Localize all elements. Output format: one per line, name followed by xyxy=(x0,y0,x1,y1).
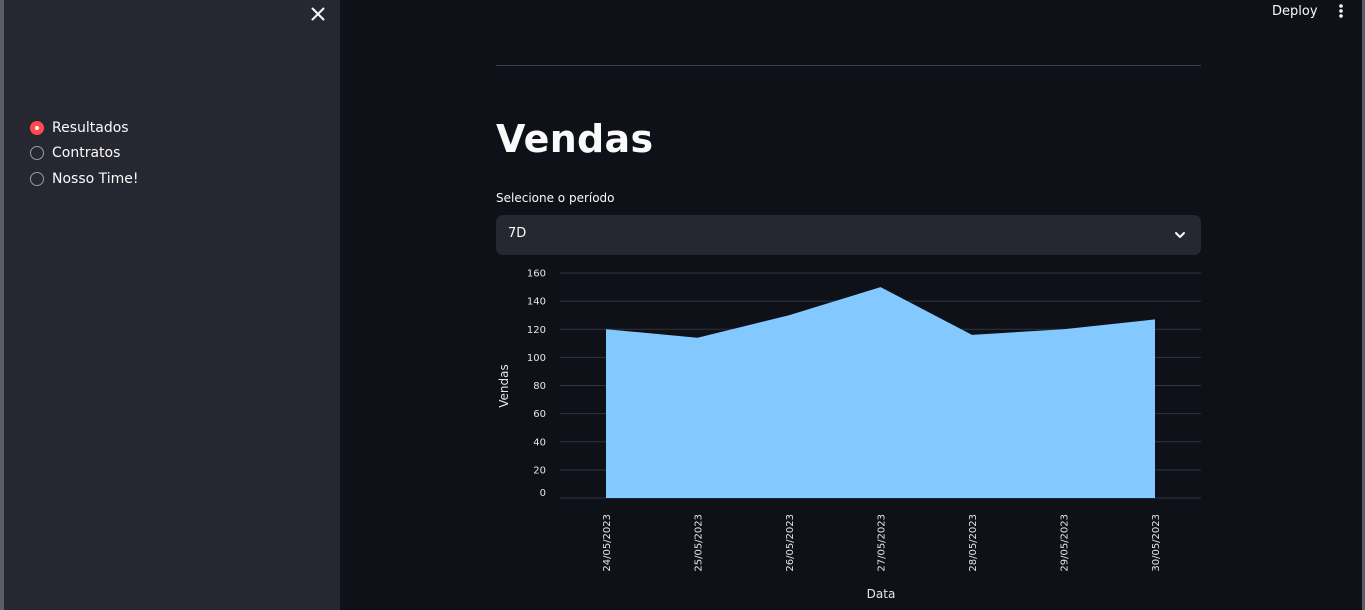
y-tick-label: 20 xyxy=(533,465,546,476)
chevron-down-icon xyxy=(1175,232,1185,238)
radio-checked-icon xyxy=(30,120,44,135)
radio-option-contratos[interactable]: Contratos xyxy=(30,141,139,167)
y-axis-ticks: 0 20 40 60 80 100 120 140 160 xyxy=(527,269,546,500)
vertical-dots-icon xyxy=(1339,4,1343,18)
y-tick-label: 100 xyxy=(527,353,546,364)
x-tick-label: 27/05/2023 xyxy=(877,514,888,572)
main-menu-button[interactable] xyxy=(1330,2,1352,22)
radio-option-nosso-time[interactable]: Nosso Time! xyxy=(30,166,139,192)
y-tick-label: 40 xyxy=(533,437,546,448)
close-sidebar-button[interactable] xyxy=(306,2,330,26)
page-title: Vendas xyxy=(496,117,654,161)
period-select[interactable]: 7D xyxy=(496,215,1201,255)
radio-unchecked-icon xyxy=(30,146,44,161)
x-tick-label: 28/05/2023 xyxy=(968,514,979,572)
y-tick-label: 80 xyxy=(533,381,546,392)
y-axis-title: Vendas xyxy=(497,364,511,408)
x-tick-label: 29/05/2023 xyxy=(1060,514,1071,572)
y-tick-label: 120 xyxy=(527,325,546,336)
y-tick-label: 160 xyxy=(527,269,546,280)
y-tick-label: 140 xyxy=(527,297,546,308)
x-axis-title: Data xyxy=(867,587,896,601)
sales-area-chart: 0 20 40 60 80 100 120 140 160 24/05/2023 25/05/20… xyxy=(497,269,1201,601)
app-window: Resultados Contratos Nosso Time! Deploy … xyxy=(0,0,1365,610)
sidebar: Resultados Contratos Nosso Time! xyxy=(4,0,340,610)
navigation-radio-group: Resultados Contratos Nosso Time! xyxy=(30,115,139,192)
x-tick-label: 24/05/2023 xyxy=(602,514,613,572)
x-axis-ticks: 24/05/2023 25/05/2023 26/05/2023 27/05/2023… xyxy=(602,514,1162,572)
y-tick-label: 60 xyxy=(533,409,546,420)
x-tick-label: 30/05/2023 xyxy=(1151,514,1162,572)
x-tick-label: 25/05/2023 xyxy=(694,514,705,572)
x-tick-label: 26/05/2023 xyxy=(785,514,796,572)
radio-unchecked-icon xyxy=(30,171,44,186)
sales-area-series xyxy=(606,287,1155,498)
period-select-value: 7D xyxy=(508,226,527,241)
deploy-button[interactable]: Deploy xyxy=(1264,2,1326,22)
radio-label: Resultados xyxy=(52,119,129,136)
period-select-label: Selecione o período xyxy=(496,191,615,205)
radio-label: Nosso Time! xyxy=(52,170,139,187)
close-icon xyxy=(311,7,325,21)
radio-option-resultados[interactable]: Resultados xyxy=(30,115,139,141)
horizontal-divider xyxy=(496,65,1201,66)
radio-label: Contratos xyxy=(52,145,121,162)
y-tick-label: 0 xyxy=(540,488,546,499)
